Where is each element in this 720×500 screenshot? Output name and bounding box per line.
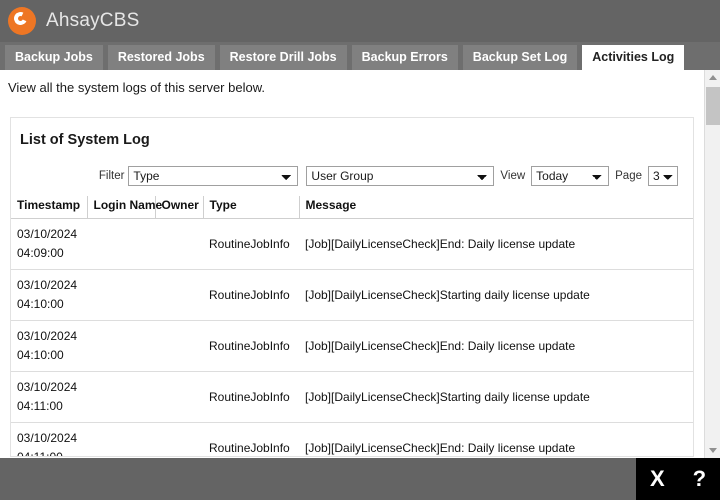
cell-login-name	[87, 270, 155, 321]
cell-type: RoutineJobInfo	[203, 321, 299, 372]
column-header-type[interactable]: Type	[203, 196, 299, 219]
cell-login-name	[87, 321, 155, 372]
scrollbar-thumb[interactable]	[706, 87, 720, 125]
page-description: View all the system logs of this server …	[0, 70, 704, 95]
table-row[interactable]: 03/10/2024 04:11:00 RoutineJobInfo [Job]…	[11, 372, 693, 423]
tab-backup-jobs[interactable]: Backup Jobs	[5, 45, 103, 70]
tab-restored-jobs[interactable]: Restored Jobs	[108, 45, 215, 70]
cell-type: RoutineJobInfo	[203, 270, 299, 321]
filter-user-group-select[interactable]: User Group	[306, 166, 494, 186]
column-header-owner[interactable]: Owner	[155, 196, 203, 219]
table-header-row: Timestamp Login Name Owner Type Message	[11, 196, 693, 219]
app-header: AhsayCBS	[0, 0, 720, 42]
footer-bar	[0, 458, 720, 500]
cell-login-name	[87, 423, 155, 458]
column-header-timestamp[interactable]: Timestamp	[11, 196, 87, 219]
table-row[interactable]: 03/10/2024 04:10:00 RoutineJobInfo [Job]…	[11, 321, 693, 372]
page-number-select[interactable]: 3	[648, 166, 678, 186]
tab-activities-log[interactable]: Activities Log	[582, 45, 684, 70]
cell-owner	[155, 270, 203, 321]
chevron-up-icon[interactable]	[705, 70, 720, 86]
vertical-scrollbar[interactable]	[704, 70, 720, 458]
cell-timestamp: 03/10/2024 04:10:00	[11, 270, 87, 321]
view-range-select[interactable]: Today	[531, 166, 609, 186]
content-area: View all the system logs of this server …	[0, 70, 704, 458]
page-label: Page	[615, 170, 642, 182]
column-header-message[interactable]: Message	[299, 196, 693, 219]
close-icon[interactable]: X	[650, 468, 665, 490]
help-icon[interactable]: ?	[693, 468, 706, 490]
table-row[interactable]: 03/10/2024 04:09:00 RoutineJobInfo [Job]…	[11, 219, 693, 270]
cell-type: RoutineJobInfo	[203, 372, 299, 423]
cell-timestamp: 03/10/2024 04:11:00	[11, 423, 87, 458]
cell-login-name	[87, 372, 155, 423]
cell-owner	[155, 372, 203, 423]
chevron-down-icon[interactable]	[705, 442, 720, 458]
cell-owner	[155, 321, 203, 372]
cell-message: [Job][DailyLicenseCheck]End: Daily licen…	[299, 423, 693, 458]
cell-type: RoutineJobInfo	[203, 219, 299, 270]
overlay-controls: X ?	[636, 458, 720, 500]
column-header-login-name[interactable]: Login Name	[87, 196, 155, 219]
cell-message: [Job][DailyLicenseCheck]Starting daily l…	[299, 270, 693, 321]
view-label: View	[500, 170, 525, 182]
app-title: AhsayCBS	[46, 10, 139, 32]
ahsay-c-logo-icon	[8, 7, 36, 35]
cell-login-name	[87, 219, 155, 270]
filter-type-select[interactable]: Type	[128, 166, 298, 186]
tab-backup-errors[interactable]: Backup Errors	[352, 45, 458, 70]
table-row[interactable]: 03/10/2024 04:11:00 RoutineJobInfo [Job]…	[11, 423, 693, 458]
cell-message: [Job][DailyLicenseCheck]End: Daily licen…	[299, 219, 693, 270]
tab-backup-set-log[interactable]: Backup Set Log	[463, 45, 577, 70]
filter-toolbar: Filter Type User Group View Today Page 3	[11, 148, 693, 186]
table-row[interactable]: 03/10/2024 04:10:00 RoutineJobInfo [Job]…	[11, 270, 693, 321]
cell-message: [Job][DailyLicenseCheck]Starting daily l…	[299, 372, 693, 423]
cell-timestamp: 03/10/2024 04:10:00	[11, 321, 87, 372]
system-log-table: Timestamp Login Name Owner Type Message …	[11, 196, 693, 457]
tab-strip: Backup Jobs Restored Jobs Restore Drill …	[0, 42, 720, 70]
cell-timestamp: 03/10/2024 04:11:00	[11, 372, 87, 423]
system-log-card: List of System Log Filter Type User Grou…	[10, 117, 694, 457]
tab-restore-drill-jobs[interactable]: Restore Drill Jobs	[220, 45, 347, 70]
cell-message: [Job][DailyLicenseCheck]End: Daily licen…	[299, 321, 693, 372]
cell-timestamp: 03/10/2024 04:09:00	[11, 219, 87, 270]
cell-type: RoutineJobInfo	[203, 423, 299, 458]
card-title: List of System Log	[11, 118, 693, 148]
cell-owner	[155, 423, 203, 458]
cell-owner	[155, 219, 203, 270]
filter-label: Filter	[99, 170, 125, 182]
